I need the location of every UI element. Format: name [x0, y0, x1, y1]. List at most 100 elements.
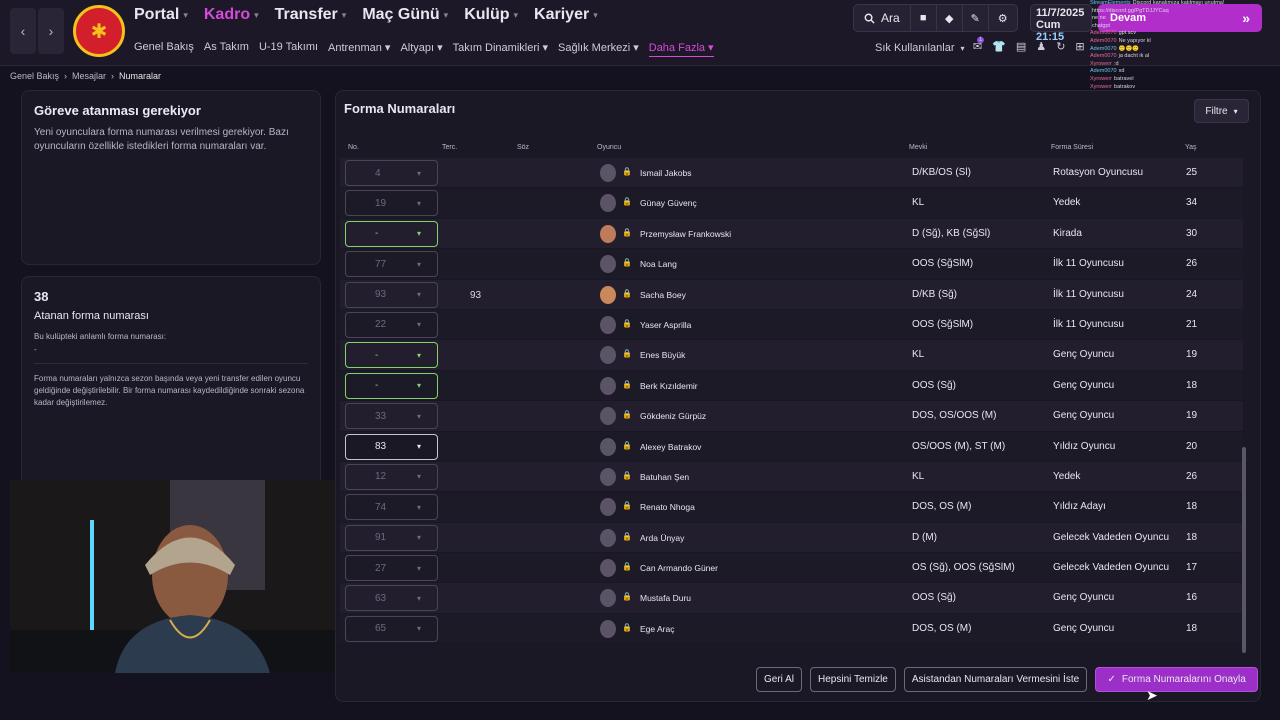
- scout-button[interactable]: ◆: [937, 5, 963, 31]
- table-row[interactable]: 12 ▾ 🔒 Batuhan Şen KL Yedek 26: [340, 461, 1243, 493]
- table-row[interactable]: 77 ▾ 🔒 Noa Lang OOS (SğSlM) İlk 11 Oyuncusu 26: [340, 249, 1243, 280]
- shirt-icon[interactable]: 👕: [992, 40, 1006, 53]
- chevron-down-icon: ▾: [416, 350, 421, 360]
- table-scrollbar[interactable]: [1242, 447, 1246, 653]
- breadcrumb-item[interactable]: Genel Bakış: [10, 71, 59, 81]
- number-select[interactable]: 83 ▾: [345, 433, 438, 460]
- forward-button[interactable]: ›: [38, 8, 64, 54]
- sub-nav-item[interactable]: Takım Dinamikleri ▾: [453, 41, 548, 57]
- back-button[interactable]: ‹: [10, 8, 36, 54]
- person-icon[interactable]: ♟: [1036, 40, 1046, 53]
- main-nav-item[interactable]: Portal ▾: [134, 6, 188, 24]
- confirm-numbers-button[interactable]: ✓ Forma Numaralarını Onayla: [1095, 667, 1259, 692]
- player-name[interactable]: Renato Nhoga: [640, 502, 695, 512]
- inbox-icon[interactable]: ✉ 1: [973, 37, 985, 53]
- undo-button[interactable]: Geri Al: [756, 667, 803, 692]
- sub-nav-item[interactable]: Sağlık Merkezi ▾: [558, 41, 639, 57]
- filter-dropdown[interactable]: Filtre ▾: [1194, 99, 1249, 123]
- number-select[interactable]: 63 ▾: [345, 585, 438, 612]
- number-select[interactable]: 19 ▾: [345, 190, 438, 217]
- clipboard-icon[interactable]: ▤: [1016, 40, 1026, 53]
- chevron-down-icon: ▾: [443, 9, 449, 20]
- player-age: 19: [1186, 349, 1198, 361]
- refresh-icon[interactable]: ↻: [1056, 40, 1065, 53]
- number-select[interactable]: 27 ▾: [345, 555, 438, 582]
- edit-button[interactable]: ✎: [963, 5, 989, 31]
- player-name[interactable]: Batuhan Şen: [640, 472, 689, 482]
- player-name[interactable]: Berk Kızıldemir: [640, 381, 698, 391]
- table-row[interactable]: - ▾ 🔒 Berk Kızıldemir OOS (Sğ) Genç Oyuncu 18: [340, 370, 1243, 402]
- table-row[interactable]: 63 ▾ 🔒 Mustafa Duru OOS (Sğ) Genç Oyuncu 16: [340, 583, 1243, 614]
- settings-button[interactable]: ⚙: [989, 5, 1017, 31]
- table-row[interactable]: 27 ▾ 🔒 Can Armando Güner OS (Sğ), OOS (SğSlM…: [340, 553, 1243, 584]
- table-row[interactable]: 19 ▾ 🔒 Günay Güvenç KL Yedek 34: [340, 188, 1243, 219]
- player-name[interactable]: Sacha Boey: [640, 290, 686, 300]
- number-select[interactable]: 12 ▾: [345, 463, 438, 490]
- number-select[interactable]: 33 ▾: [345, 403, 438, 430]
- number-select[interactable]: 4 ▾: [345, 160, 438, 186]
- table-row[interactable]: - ▾ 🔒 Enes Büyük KL Genç Oyuncu 19: [340, 340, 1243, 371]
- player-age: 19: [1186, 410, 1198, 422]
- table-row[interactable]: 65 ▾ 🔒 Ege Araç DOS, OS (M) Genç Oyuncu 18: [340, 613, 1243, 645]
- search-button[interactable]: Ara: [854, 5, 911, 31]
- number-select[interactable]: - ▾: [345, 220, 438, 247]
- table-row[interactable]: 4 ▾ 🔒 Ismail Jakobs D/KB/OS (Sl) Rotasyon Oyu…: [340, 158, 1243, 189]
- main-nav-item[interactable]: Kariyer ▾: [534, 6, 598, 24]
- clear-all-button[interactable]: Hepsini Temizle: [810, 667, 896, 692]
- player-name[interactable]: Enes Büyük: [640, 350, 685, 360]
- sub-nav-item[interactable]: U-19 Takımı: [259, 41, 318, 57]
- main-nav-item[interactable]: Kadro ▾: [204, 6, 259, 24]
- player-name[interactable]: Noa Lang: [640, 259, 677, 269]
- player-name[interactable]: Mustafa Duru: [640, 593, 691, 603]
- col-header-player[interactable]: Oyuncu: [597, 144, 621, 151]
- number-select[interactable]: 93 ▾: [345, 281, 438, 308]
- club-logo[interactable]: ✱: [73, 5, 125, 57]
- number-select[interactable]: 77 ▾: [345, 251, 438, 278]
- ask-assistant-button[interactable]: Asistandan Numaraları Vermesini İste: [903, 667, 1088, 692]
- col-header-contract[interactable]: Söz: [517, 144, 529, 151]
- main-nav-item[interactable]: Maç Günü ▾: [362, 6, 448, 24]
- table-row[interactable]: - ▾ 🔒 Przemysław Frankowski D (Sğ), KB (SğSl…: [340, 218, 1243, 250]
- sub-nav-item[interactable]: Daha Fazla ▾: [648, 41, 714, 57]
- notes-button[interactable]: ■: [911, 5, 937, 31]
- main-nav-item[interactable]: Kulüp ▾: [464, 6, 518, 24]
- sub-nav-item[interactable]: Altyapı ▾: [400, 41, 442, 57]
- player-name[interactable]: Yaser Asprilla: [640, 320, 691, 330]
- number-select[interactable]: - ▾: [345, 372, 438, 399]
- table-row[interactable]: 83 ▾ 🔒 Alexey Batrakov OS/OOS (M), ST (M) Yıl…: [340, 431, 1243, 462]
- table-row[interactable]: 22 ▾ 🔒 Yaser Asprilla OOS (SğSlM) İlk 11 Oyun…: [340, 309, 1243, 341]
- player-name[interactable]: Gökdeniz Gürpüz: [640, 411, 706, 421]
- number-select[interactable]: 22 ▾: [345, 311, 438, 338]
- table-row[interactable]: 93 ▾ 93 🔒 Sacha Boey D/KB (Sğ) İlk 11 Oyuncusu…: [340, 279, 1243, 310]
- col-header-no[interactable]: No.: [348, 144, 359, 151]
- player-name[interactable]: Ismail Jakobs: [640, 168, 692, 178]
- sub-nav-item[interactable]: Antrenman ▾: [328, 41, 390, 57]
- col-header-age[interactable]: Yaş: [1185, 144, 1197, 151]
- number-select[interactable]: 74 ▾: [345, 494, 438, 521]
- player-name[interactable]: Can Armando Güner: [640, 563, 718, 573]
- table-row[interactable]: 91 ▾ 🔒 Arda Ünyay D (M) Gelecek Vadeden Oyunc…: [340, 522, 1243, 554]
- chevron-down-icon: ▾: [416, 502, 421, 512]
- number-select[interactable]: 91 ▾: [345, 524, 438, 551]
- player-avatar: [600, 407, 616, 426]
- shortcuts-dropdown[interactable]: Sık Kullanılanlar ▾: [875, 42, 965, 54]
- player-name[interactable]: Ege Araç: [640, 624, 675, 634]
- player-name[interactable]: Alexey Batrakov: [640, 442, 701, 452]
- sub-nav-item[interactable]: As Takım: [204, 41, 249, 57]
- grid-icon[interactable]: ⊞: [1075, 40, 1084, 53]
- table-row[interactable]: 33 ▾ 🔒 Gökdeniz Gürpüz DOS, OS/OOS (M) Genç O…: [340, 401, 1243, 432]
- number-select[interactable]: - ▾: [345, 342, 438, 369]
- col-header-status[interactable]: Forma Süresi: [1051, 144, 1093, 151]
- player-name[interactable]: Arda Ünyay: [640, 533, 684, 543]
- player-name[interactable]: Günay Güvenç: [640, 198, 697, 208]
- chevron-down-icon: ▾: [416, 229, 421, 239]
- breadcrumb-item[interactable]: Mesajlar: [72, 71, 106, 81]
- col-header-pref[interactable]: Terc.: [442, 144, 457, 151]
- number-select[interactable]: 65 ▾: [345, 615, 438, 642]
- player-name[interactable]: Przemysław Frankowski: [640, 229, 731, 239]
- main-nav-item[interactable]: Transfer ▾: [275, 6, 347, 24]
- squad-status: İlk 11 Oyuncusu: [1053, 318, 1124, 330]
- table-row[interactable]: 74 ▾ 🔒 Renato Nhoga DOS, OS (M) Yıldız Adayı 1…: [340, 492, 1243, 523]
- col-header-position[interactable]: Mevki: [909, 144, 927, 151]
- sub-nav-item[interactable]: Genel Bakış: [134, 41, 194, 57]
